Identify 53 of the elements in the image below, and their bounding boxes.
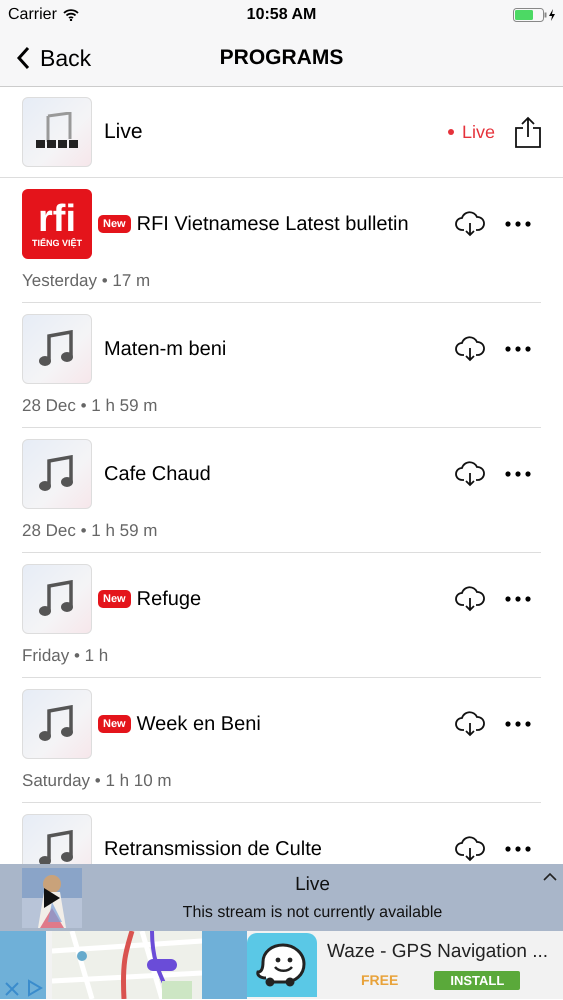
music-note-icon — [39, 830, 75, 864]
episode-meta: Saturday • 1 h 10 m — [22, 771, 173, 791]
cloud-download-icon[interactable] — [455, 711, 485, 737]
logo-text: rfi — [38, 200, 76, 238]
page-title: PROGRAMS — [220, 46, 344, 70]
ad-banner[interactable]: Waze - GPS Navigation ... FREE INSTALL — [0, 931, 563, 999]
more-icon[interactable] — [505, 221, 531, 227]
mini-player[interactable]: Live This stream is not currently available — [0, 864, 563, 931]
logo-caption: TIẾNG VIỆT — [32, 238, 82, 248]
waze-app-icon[interactable] — [247, 933, 317, 997]
ad-title: Waze - GPS Navigation ... — [327, 940, 550, 962]
new-badge: New — [98, 715, 131, 733]
new-badge: New — [98, 590, 131, 608]
music-note-icon — [39, 455, 75, 493]
wifi-icon — [62, 9, 79, 21]
back-button[interactable]: Back — [0, 44, 92, 72]
cloud-download-icon[interactable] — [455, 211, 485, 237]
episode-meta: Yesterday • 17 m — [22, 271, 152, 291]
music-note-icon — [39, 580, 75, 618]
cloud-download-icon[interactable] — [455, 461, 485, 487]
time-label: 10:58 AM — [246, 6, 316, 24]
play-icon[interactable] — [43, 886, 61, 908]
episode-title: Cafe Chaud — [104, 462, 212, 486]
battery-icon — [513, 8, 555, 22]
episode-title: Retransmission de Culte — [104, 836, 323, 862]
new-badge: New — [98, 215, 131, 233]
cloud-download-icon[interactable] — [455, 836, 485, 862]
player-message: This stream is not currently available — [182, 904, 442, 922]
cloud-download-icon[interactable] — [455, 336, 485, 362]
more-icon[interactable] — [505, 721, 531, 727]
live-status: Live — [448, 122, 495, 142]
episode-title: Refuge — [136, 586, 202, 612]
carrier-label: Carrier — [8, 6, 57, 24]
episode-meta: 28 Dec • 1 h 59 m — [22, 521, 158, 541]
episode-title: RFI Vietnamese Latest bulletin — [136, 212, 410, 236]
more-icon[interactable] — [505, 846, 531, 852]
more-icon[interactable] — [505, 471, 531, 477]
episode-title: Maten-m beni — [104, 336, 228, 362]
episode-meta: 28 Dec • 1 h 59 m — [22, 396, 158, 416]
player-title: Live — [295, 874, 330, 896]
caret-up-icon[interactable] — [543, 872, 557, 881]
share-icon[interactable] — [515, 116, 541, 148]
episode-title: Week en Beni — [136, 712, 262, 736]
music-note-icon — [39, 705, 75, 743]
live-title: Live — [104, 120, 143, 144]
chevron-left-icon — [16, 46, 30, 70]
more-icon[interactable] — [505, 346, 531, 352]
episode-meta: Friday • 1 h — [22, 646, 110, 666]
more-icon[interactable] — [505, 596, 531, 602]
cloud-download-icon[interactable] — [455, 586, 485, 612]
ad-panel — [202, 931, 247, 999]
price-label: FREE — [361, 972, 398, 988]
music-note-icon — [39, 330, 75, 368]
